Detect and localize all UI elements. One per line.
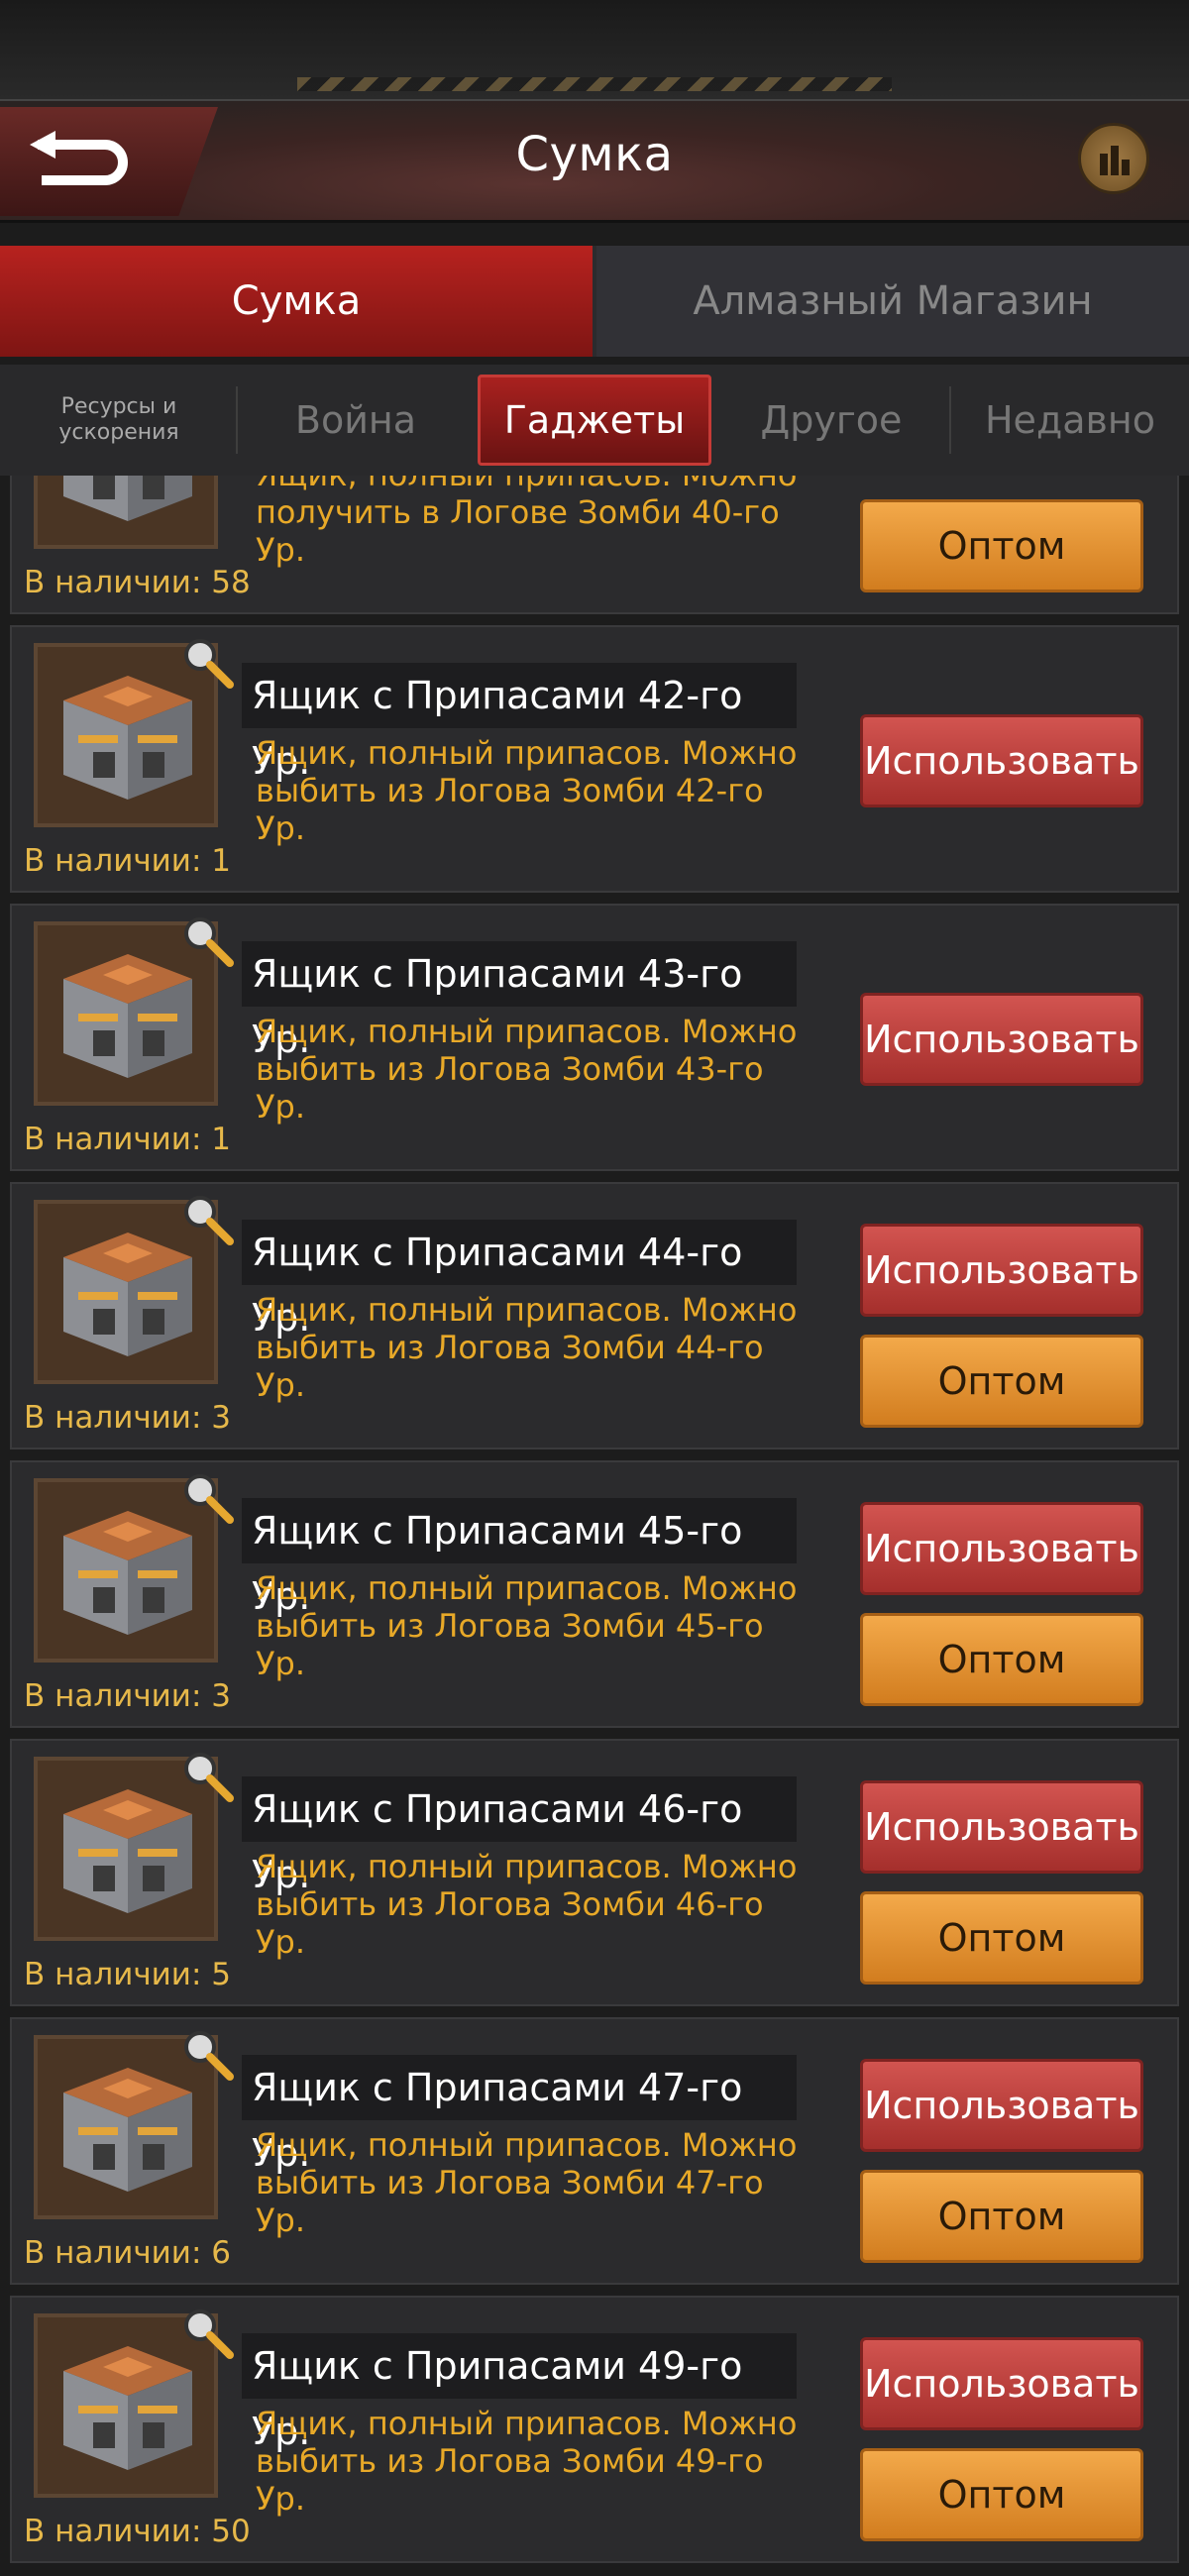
description-line: Ур. (256, 1645, 305, 1682)
description-line: Ящик, полный припасов. Можно (256, 2405, 798, 2442)
stock-count: В наличии: 58 (24, 565, 251, 600)
bulk-button[interactable]: Оптом (860, 499, 1143, 592)
description-line: выбить из Логова Зомби 43-го (256, 1050, 764, 1088)
description-line: Ящик, полный припасов. Можно (256, 1291, 798, 1329)
item-description: Ящик, полный припасов. Можно выбить из Л… (256, 734, 811, 847)
description-line: Ур. (256, 1366, 305, 1404)
list-item: В наличии: 6 Ящик с Припасами 47-го Ур. … (10, 2017, 1179, 2285)
use-button[interactable]: Использовать (860, 993, 1143, 1086)
use-button[interactable]: Использовать (860, 2337, 1143, 2430)
item-name: Ящик с Припасами 44-го Ур. (242, 1220, 797, 1340)
magnifier-icon[interactable] (180, 1749, 236, 1804)
magnifier-icon[interactable] (180, 635, 236, 691)
description-line: выбить из Логова Зомби 49-го (256, 2442, 764, 2480)
magnifier-icon[interactable] (180, 913, 236, 969)
description-line: Ур. (256, 2480, 305, 2518)
list-item: В наличии: 50 Ящик с Припасами 49-го Ур.… (10, 2296, 1179, 2563)
magnifier-icon[interactable] (180, 1470, 236, 1526)
item-description: Ящик, полный припасов. Можно выбить из Л… (256, 1013, 811, 1126)
item-description: Ящик, полный припасов. Можно выбить из Л… (256, 1848, 811, 1961)
item-name: Ящик с Припасами 46-го Ур. (242, 1776, 797, 1896)
use-button[interactable]: Использовать (860, 1224, 1143, 1317)
stock-count: В наличии: 3 (24, 1400, 231, 1436)
subtab-recent[interactable]: Недавно (957, 375, 1183, 466)
list-item: В наличии: 58 Ящик, полный припасов. Мож… (10, 476, 1179, 614)
page-title: Сумка (515, 127, 674, 182)
bar-chart-icon (1100, 146, 1130, 175)
item-list[interactable]: В наличии: 58 Ящик, полный припасов. Мож… (0, 476, 1189, 2576)
tab-diamond-shop[interactable]: Алмазный Магазин (596, 246, 1189, 357)
magnifier-icon[interactable] (180, 2027, 236, 2083)
description-line: Ур. (256, 1923, 305, 1961)
bulk-button[interactable]: Оптом (860, 2170, 1143, 2263)
bulk-button[interactable]: Оптом (860, 1613, 1143, 1706)
bulk-button[interactable]: Оптом (860, 2448, 1143, 2541)
description-line: получить в Логове Зомби 40-го (256, 493, 780, 531)
description-line: Ящик, полный припасов. Можно (256, 2126, 798, 2164)
stats-button[interactable] (1078, 123, 1149, 194)
description-line: выбить из Логова Зомби 47-го (256, 2164, 764, 2201)
divider (236, 386, 238, 454)
description-line: выбить из Логова Зомби 42-го (256, 772, 764, 809)
subtab-war[interactable]: Война (244, 375, 468, 466)
item-description: Ящик, полный припасов. Можно выбить из Л… (256, 2405, 811, 2518)
list-item: В наличии: 3 Ящик с Припасами 44-го Ур. … (10, 1182, 1179, 1449)
main-tabs: Сумка Алмазный Магазин (0, 246, 1189, 357)
description-line: выбить из Логова Зомби 45-го (256, 1607, 764, 1645)
magnifier-icon[interactable] (180, 2306, 236, 2361)
description-line: Ящик, полный припасов. Можно (256, 1848, 798, 1885)
stock-count: В наличии: 1 (24, 1122, 231, 1157)
description-line: Ур. (256, 2201, 305, 2239)
stock-count: В наличии: 1 (24, 843, 231, 879)
magnifier-icon[interactable] (180, 1192, 236, 1247)
stock-count: В наличии: 3 (24, 1678, 231, 1714)
bulk-button[interactable]: Оптом (860, 1335, 1143, 1428)
list-item: В наличии: 5 Ящик с Припасами 46-го Ур. … (10, 1739, 1179, 2006)
crate-image-icon (63, 476, 192, 521)
item-name: Ящик с Припасами 43-го Ур. (242, 941, 797, 1061)
use-button[interactable]: Использовать (860, 1502, 1143, 1595)
item-name: Ящик с Припасами 45-го Ур. (242, 1498, 797, 1618)
list-item: В наличии: 3 Ящик с Припасами 45-го Ур. … (10, 1460, 1179, 1728)
item-name: Ящик с Припасами 42-го Ур. (242, 663, 797, 783)
supply-crate-icon[interactable] (34, 476, 218, 549)
sub-tabs: Ресурсы и ускорения Война Гаджеты Другое… (0, 365, 1189, 476)
description-line: Ящик, полный припасов. Можно (256, 734, 798, 772)
description-line: Ящик, полный припасов. Можно (256, 1013, 798, 1050)
subtab-resources[interactable]: Ресурсы и ускорения (10, 375, 228, 466)
list-item: В наличии: 1 Ящик с Припасами 43-го Ур. … (10, 904, 1179, 1171)
stock-count: В наличии: 50 (24, 2514, 251, 2549)
description-line: Ящик, полный припасов. Можно (256, 1569, 798, 1607)
description-line: Ур. (256, 809, 305, 847)
item-description: Ящик, полный припасов. Можно выбить из Л… (256, 1569, 811, 1682)
use-button[interactable]: Использовать (860, 2059, 1143, 2152)
hazard-stripe (297, 77, 892, 91)
use-button[interactable]: Использовать (860, 1780, 1143, 1874)
description-line: выбить из Логова Зомби 44-го (256, 1329, 764, 1366)
stock-count: В наличии: 6 (24, 2235, 231, 2271)
description-line: Ур. (256, 1088, 305, 1126)
item-description: Ящик, полный припасов. Можно выбить из Л… (256, 2126, 811, 2239)
use-button[interactable]: Использовать (860, 714, 1143, 807)
description-line: Ящик, полный припасов. Можно (256, 476, 811, 493)
item-name: Ящик с Припасами 47-го Ур. (242, 2055, 797, 2175)
item-description: Ящик, полный припасов. Можно получить в … (256, 476, 811, 569)
subtab-gadgets[interactable]: Гаджеты (478, 375, 711, 466)
list-item: В наличии: 1 Ящик с Припасами 42-го Ур. … (10, 625, 1179, 893)
bulk-button[interactable]: Оптом (860, 1891, 1143, 1985)
item-name: Ящик с Припасами 49-го Ур. (242, 2333, 797, 2453)
tab-bag[interactable]: Сумка (0, 246, 593, 357)
subtab-other[interactable]: Другое (721, 375, 941, 466)
stock-count: В наличии: 5 (24, 1957, 231, 1992)
description-line: выбить из Логова Зомби 46-го (256, 1885, 764, 1923)
divider (949, 386, 951, 454)
description-line: Ур. (256, 531, 305, 569)
item-description: Ящик, полный припасов. Можно выбить из Л… (256, 1291, 811, 1404)
